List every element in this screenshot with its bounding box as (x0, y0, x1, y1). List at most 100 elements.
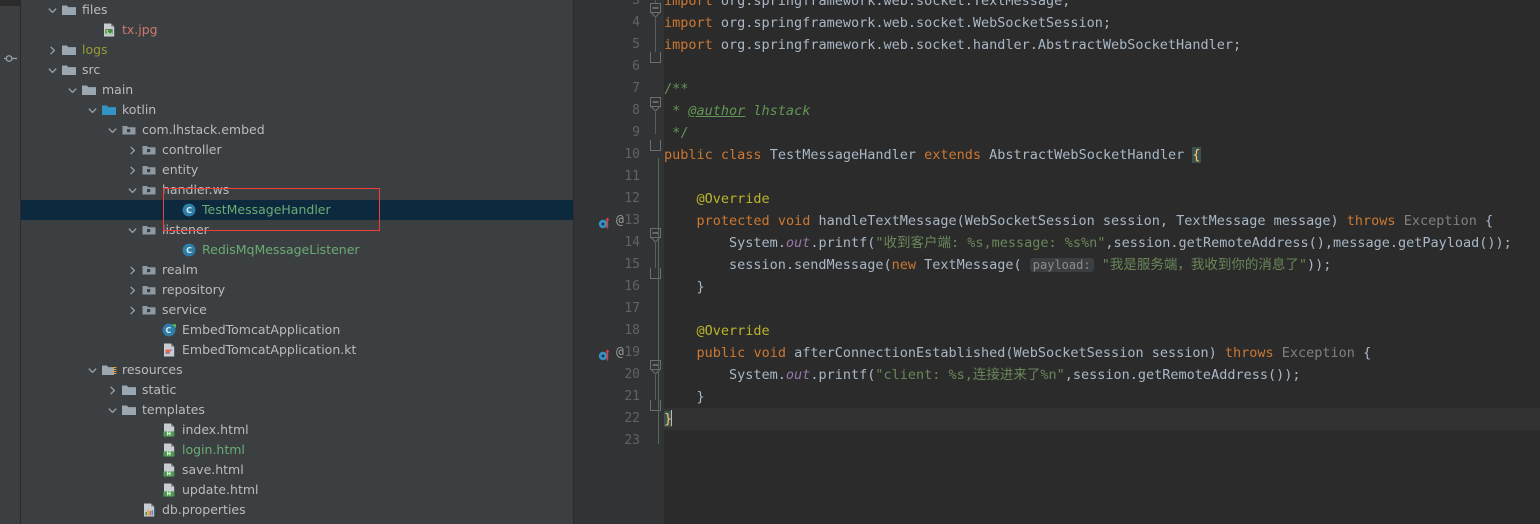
tree-item[interactable]: entity (21, 160, 573, 180)
fold-toggle-javadoc[interactable] (650, 97, 661, 112)
fold-end-imports[interactable] (650, 52, 661, 63)
tree-item[interactable]: com.lhstack.embed (21, 120, 573, 140)
folder-icon (61, 42, 77, 58)
code-line[interactable]: session.sendMessage(new TextMessage( pay… (664, 254, 1331, 276)
svg-text:H: H (167, 492, 171, 498)
html-file-icon: H (161, 422, 177, 438)
fold-toggle-imports[interactable] (650, 3, 661, 18)
tree-item[interactable]: resources (21, 360, 573, 380)
code-line[interactable]: /** (664, 78, 688, 100)
tree-item[interactable]: db.properties (21, 500, 573, 520)
chevron-right-icon[interactable] (107, 385, 118, 396)
tree-item-label: login.html (182, 442, 245, 457)
tree-item[interactable]: C RedisMqMessageListener (21, 240, 573, 260)
tree-item[interactable]: tx.jpg (21, 20, 573, 40)
tree-item[interactable]: realm (21, 260, 573, 280)
line-number: 4 (632, 15, 640, 30)
annotation-gutter-icon[interactable]: @ (616, 210, 624, 232)
chevron-down-icon[interactable] (87, 105, 98, 116)
chevron-down-icon[interactable] (67, 85, 78, 96)
tree-item-label: listener (162, 222, 209, 237)
tree-item[interactable]: controller (21, 140, 573, 160)
tree-item[interactable]: templates (21, 400, 573, 420)
html-file-icon: H (161, 442, 177, 458)
fold-end-javadoc[interactable] (650, 140, 661, 151)
code-line[interactable]: */ (664, 122, 688, 144)
tree-item[interactable]: Hupdate.html (21, 480, 573, 500)
chevron-right-icon[interactable] (127, 165, 138, 176)
line-number: 14 (624, 235, 640, 250)
tree-item-label: save.html (182, 462, 244, 477)
code-line[interactable]: } (664, 408, 1540, 430)
code-line[interactable]: import org.springframework.web.socket.Te… (664, 0, 1070, 12)
tree-item-label: templates (142, 402, 205, 417)
tree-item[interactable]: EmbedTomcatApplication.kt (21, 340, 573, 360)
tree-item[interactable]: main (21, 80, 573, 100)
chevron-down-icon[interactable] (47, 65, 58, 76)
tree-item[interactable]: repository (21, 280, 573, 300)
project-tree-panel[interactable]: files tx.jpg logs src main kotlin com.lhstack.… (21, 0, 574, 524)
commit-tool-button[interactable]: Commit (0, 0, 21, 90)
chevron-right-icon[interactable] (127, 305, 138, 316)
tree-item[interactable]: src (21, 60, 573, 80)
tree-item-label: update.html (182, 482, 259, 497)
line-number: 15 (624, 257, 640, 272)
code-line[interactable]: import org.springframework.web.socket.We… (664, 12, 1111, 34)
chevron-right-icon[interactable] (127, 265, 138, 276)
tree-item[interactable]: Hlogin.html (21, 440, 573, 460)
code-line[interactable]: * @author lhstack (664, 100, 810, 122)
inlay-hint: payload: (1029, 258, 1094, 272)
code-line[interactable]: System.out.printf("client: %s,连接进来了%n",s… (664, 364, 1300, 386)
tree-item[interactable]: handler.ws (21, 180, 573, 200)
line-number: 12 (624, 191, 640, 206)
editor-gutter[interactable]: 3 4 5 6 7 8 9 10 11 12 13 14 15 16 17 18 19 20 21 22 23 @ @ (574, 0, 646, 524)
code-line[interactable]: @Override (664, 188, 770, 210)
tree-item-selected[interactable]: C TestMessageHandler (21, 200, 573, 220)
tree-item-label: service (162, 302, 207, 317)
fold-toggle-method2[interactable] (650, 360, 661, 375)
chevron-right-icon[interactable] (47, 45, 58, 56)
chevron-down-icon[interactable] (47, 5, 58, 16)
line-number: 6 (632, 59, 640, 74)
tree-item-label: controller (162, 142, 222, 157)
source-root-icon (101, 102, 117, 118)
svg-text:C: C (165, 326, 171, 335)
code-editor[interactable]: 3 4 5 6 7 8 9 10 11 12 13 14 15 16 17 18 19 20 21 22 23 @ @ (574, 0, 1540, 524)
code-line[interactable]: public class TestMessageHandler extends … (664, 144, 1201, 166)
fold-end-method2[interactable] (650, 400, 661, 411)
tree-item-label: EmbedTomcatApplication (182, 322, 341, 337)
tree-item[interactable]: logs (21, 40, 573, 60)
tree-item[interactable]: Hindex.html (21, 420, 573, 440)
fold-end-method1[interactable] (650, 268, 661, 279)
class-scope-indicator (658, 158, 659, 444)
chevron-down-icon[interactable] (107, 405, 118, 416)
tree-item[interactable]: files (21, 0, 573, 20)
annotation-gutter-icon[interactable]: @ (616, 342, 624, 364)
tree-item-label: com.lhstack.embed (142, 122, 265, 137)
code-text-area[interactable]: import org.springframework.web.socket.Te… (658, 0, 1540, 524)
code-line[interactable]: @Override (664, 320, 770, 342)
chevron-down-icon[interactable] (87, 365, 98, 376)
overriding-method-icon[interactable] (598, 346, 612, 361)
chevron-down-icon[interactable] (107, 125, 118, 136)
tree-item[interactable]: service (21, 300, 573, 320)
code-line[interactable]: } (664, 276, 705, 298)
chevron-down-icon[interactable] (127, 225, 138, 236)
tree-item[interactable]: static (21, 380, 573, 400)
fold-toggle-method1[interactable] (650, 228, 661, 243)
chevron-right-icon[interactable] (127, 285, 138, 296)
tree-item[interactable]: C EmbedTomcatApplication (21, 320, 573, 340)
tree-item[interactable]: Hsave.html (21, 460, 573, 480)
code-line[interactable]: System.out.printf("收到客户端: %s,message: %s… (664, 232, 1512, 254)
tree-item[interactable]: kotlin (21, 100, 573, 120)
left-tool-strip: Commit (0, 0, 21, 524)
code-folding-bar[interactable] (646, 0, 664, 524)
code-line[interactable]: import org.springframework.web.socket.ha… (664, 34, 1241, 56)
chevron-down-icon[interactable] (127, 185, 138, 196)
code-line[interactable]: public void afterConnectionEstablished(W… (664, 342, 1372, 364)
overriding-method-icon[interactable] (598, 214, 612, 229)
code-line[interactable]: protected void handleTextMessage(WebSock… (664, 210, 1494, 232)
chevron-right-icon[interactable] (127, 145, 138, 156)
tree-item[interactable]: listener (21, 220, 573, 240)
code-line[interactable]: } (664, 386, 705, 408)
